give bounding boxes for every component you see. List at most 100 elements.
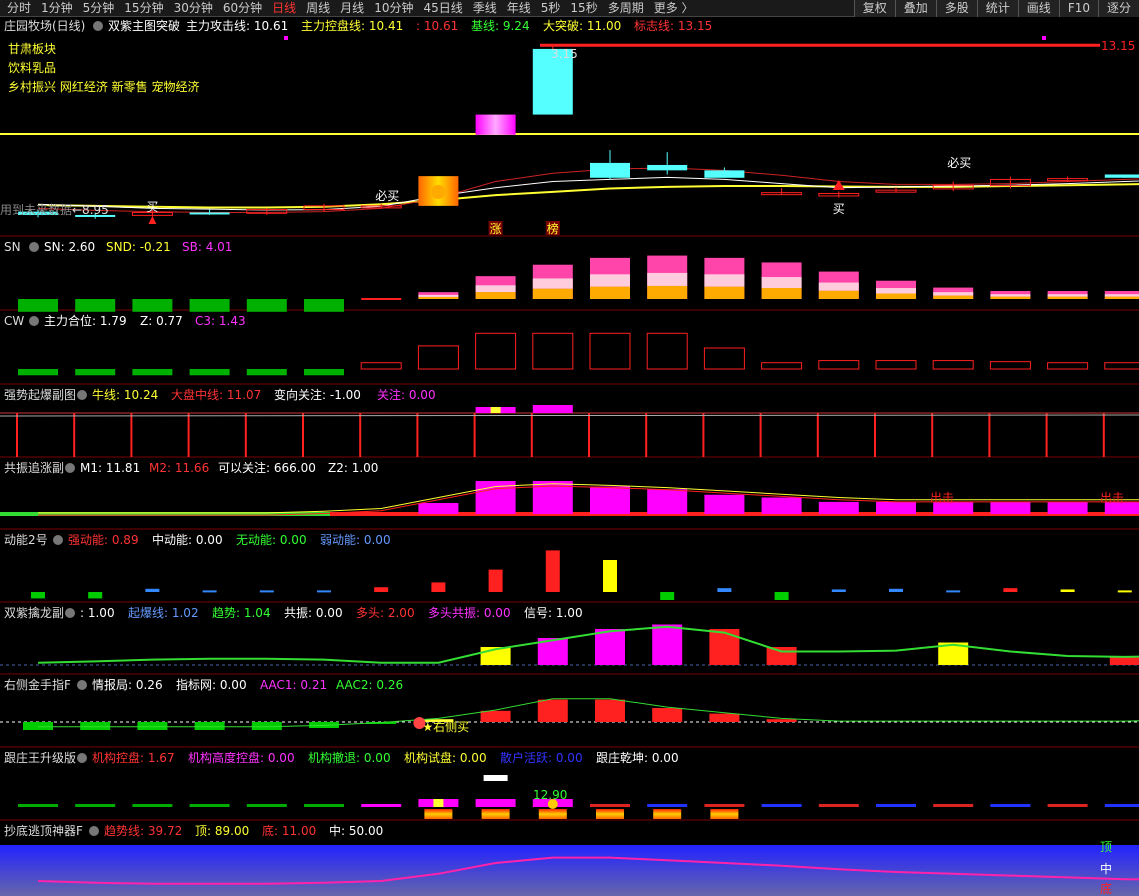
cw-bar <box>589 332 631 370</box>
tab-5[interactable]: 60分钟 <box>218 0 267 17</box>
candle-body <box>590 162 630 178</box>
tab-2[interactable]: 5分钟 <box>78 0 120 17</box>
tab-4[interactable]: 30分钟 <box>169 0 218 17</box>
tool-button-0[interactable]: 复权 <box>853 0 895 17</box>
sn-bar-low <box>1104 296 1139 299</box>
sz-bar <box>595 629 625 665</box>
tool-button-5[interactable]: F10 <box>1058 0 1098 17</box>
collapse-icon <box>93 21 103 31</box>
legend-item: SND: -0.21 <box>106 240 171 254</box>
legend-item: 机构试盘: 0.00 <box>404 750 487 765</box>
legend-item: 牛线: 10.24 <box>92 387 158 402</box>
tab-9[interactable]: 10分钟 <box>369 0 418 17</box>
gzw-bar <box>1104 804 1139 807</box>
gzw-bar <box>1047 804 1088 807</box>
period-toolbar: 分时 1分钟 5分钟 15分钟 30分钟 60分钟 日线 周线 月线 10分钟 45日线 季线 年线 5秒… <box>0 0 1139 17</box>
cw-bar <box>246 369 287 376</box>
tab-16[interactable]: 更多 〉 <box>649 0 699 17</box>
legend-item: 共振: 0.00 <box>284 606 343 620</box>
legend-item: 趋势线: 39.72 <box>104 824 182 838</box>
tool-buttons: 复权 叠加 多股 统计 画线 F10 逐分 <box>853 0 1139 17</box>
dn-bar <box>1117 590 1132 593</box>
buy-signal-label: 买 <box>833 202 845 216</box>
legend-item: 信号: 1.00 <box>524 606 583 620</box>
legend-item: 顶: 89.00 <box>195 824 249 838</box>
tool-button-4[interactable]: 画线 <box>1017 0 1059 17</box>
collapse-icon <box>29 316 39 326</box>
legend-item: Z: 0.77 <box>140 314 183 328</box>
tab-11[interactable]: 季线 <box>468 0 502 17</box>
tip-line-2: 饮料乳品 <box>8 61 57 75</box>
tab-0[interactable]: 分时 <box>2 0 36 17</box>
sn-bar-mid <box>1047 294 1088 297</box>
dn-bar <box>317 590 331 593</box>
sn-bar-mid <box>532 278 573 289</box>
dn-bar <box>374 587 389 592</box>
future-data-warning: 用到未来数据 <box>0 202 72 217</box>
gzw-fire-bar <box>424 809 453 819</box>
gz-bar <box>704 494 745 514</box>
bottom-label: 底 <box>1100 881 1112 896</box>
cw-bar <box>761 362 803 370</box>
dn-bar <box>774 592 789 600</box>
legend-item: 基线: 9.24 <box>471 19 530 33</box>
tool-button-6[interactable]: 逐分 <box>1097 0 1139 17</box>
sn-bar-low <box>418 296 459 299</box>
tab-6[interactable]: 日线 <box>267 0 301 17</box>
tool-button-3[interactable]: 统计 <box>976 0 1018 17</box>
tab-10[interactable]: 45日线 <box>418 0 467 17</box>
yc-bar <box>595 699 625 722</box>
yc-bar <box>709 713 740 722</box>
tab-1[interactable]: 1分钟 <box>36 0 78 17</box>
sn-bar-low <box>647 285 688 299</box>
tab-12[interactable]: 年线 <box>502 0 536 17</box>
dn-bar <box>545 550 560 592</box>
legend-item: 机构撤退: 0.00 <box>308 750 391 765</box>
tab-13[interactable]: 5秒 <box>536 0 566 17</box>
sn-bar-mid <box>647 272 688 286</box>
buy-arrow-icon <box>148 216 157 224</box>
collapse-icon <box>77 680 87 690</box>
panel-title: 抄底逃顶神器F <box>4 823 83 838</box>
panel-title: CW <box>4 314 24 328</box>
sn-bar <box>18 299 58 312</box>
sn-bar <box>246 299 287 312</box>
gzw-bar <box>590 804 630 807</box>
chart-area[interactable]: 庄园牧场(日线) 双紫主图突破 主力攻击线: 10.61 主力控盘线: 10.41: … <box>0 17 1139 896</box>
legend-item: 标志线: 13.15 <box>634 19 712 33</box>
sn-bar-mid <box>990 294 1031 297</box>
cw-bar <box>875 360 917 370</box>
dn-bar <box>889 588 903 592</box>
buy-signal-label: 必买 <box>375 189 399 203</box>
yc-bar <box>652 708 683 722</box>
dn-bar <box>431 582 446 592</box>
sn-bar <box>75 299 116 312</box>
dn-bar <box>946 590 961 593</box>
tab-15[interactable]: 多周期 <box>603 0 649 17</box>
yc-bar <box>480 710 511 722</box>
tool-button-1[interactable]: 叠加 <box>894 0 936 17</box>
sz-bar <box>652 624 683 665</box>
legend-item: AAC1: 0.21 <box>260 678 327 692</box>
tab-3[interactable]: 15分钟 <box>119 0 168 17</box>
legend-item: 大突破: 11.00 <box>543 18 621 33</box>
tab-7[interactable]: 周线 <box>301 0 335 17</box>
legend-item: 关注: 0.00 <box>377 387 436 402</box>
tool-button-2[interactable]: 多股 <box>935 0 977 17</box>
tab-14[interactable]: 15秒 <box>565 0 602 17</box>
yc-bar <box>251 722 282 730</box>
dn-bar <box>145 588 160 592</box>
cw-bar <box>75 369 116 376</box>
gzw-fire-bar <box>653 809 682 819</box>
dn-bar <box>1060 589 1075 592</box>
legend-item: 强动能: 0.89 <box>68 533 139 547</box>
cw-bar <box>1104 362 1139 370</box>
tab-8[interactable]: 月线 <box>335 0 369 17</box>
marker-dot <box>1042 36 1046 40</box>
legend-item: 主力控盘线: 10.41 <box>301 18 403 33</box>
panel-title: 强势起爆副图 <box>4 388 76 402</box>
gzw-bar <box>990 804 1031 807</box>
gz-bar <box>647 489 688 514</box>
yc-bar <box>137 722 168 730</box>
cw-bar <box>417 345 459 370</box>
